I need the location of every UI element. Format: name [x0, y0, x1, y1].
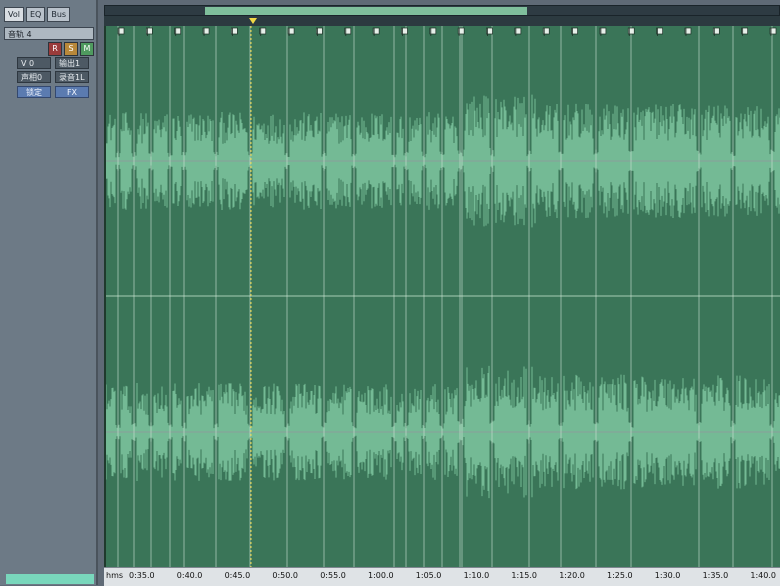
record-arm-button[interactable]: R	[48, 42, 62, 56]
marker-flag-icon[interactable]	[712, 27, 720, 36]
timeline-ruler[interactable]: hms 0:35.0 0:40.0 0:45.0 0:50.0 0:55.0 1:00.0…	[104, 567, 780, 586]
marker-flag-icon[interactable]	[231, 27, 238, 36]
marker-flag-icon[interactable]	[571, 27, 578, 36]
marker-flag-icon[interactable]	[457, 27, 465, 36]
time-tick-label: 1:35.0	[702, 571, 729, 580]
marker-flag-icon[interactable]	[344, 27, 352, 36]
marker-header	[104, 16, 780, 26]
time-tick-label: 1:20.0	[559, 571, 585, 580]
marker-flag-icon[interactable]	[429, 27, 437, 36]
marker-flag-icon[interactable]	[401, 27, 408, 36]
time-tick-label: 1:30.0	[654, 571, 681, 580]
marker-flag-icon[interactable]	[741, 27, 749, 36]
marker-flag-icon[interactable]	[316, 27, 323, 36]
status-bar	[6, 574, 94, 584]
tab-eq[interactable]: EQ	[25, 7, 46, 22]
time-unit-label: hms	[106, 571, 124, 580]
marker-flag-icon[interactable]	[259, 27, 267, 36]
fx-button[interactable]: FX	[55, 86, 89, 98]
input-button[interactable]: 录音1L	[55, 71, 89, 83]
mixer-tabs: Vol EQ Bus	[4, 7, 71, 22]
marker-flag-icon[interactable]	[174, 27, 182, 36]
solo-button[interactable]: S	[64, 42, 78, 56]
marker-flag-icon[interactable]	[656, 27, 663, 36]
output-button[interactable]: 输出1	[55, 57, 89, 69]
time-tick-label: 1:15.0	[511, 571, 537, 580]
time-tick-label: 0:50.0	[272, 571, 298, 580]
time-tick-label: 0:35.0	[129, 571, 155, 580]
marker-flag-icon[interactable]	[514, 27, 522, 36]
marker-flag-icon[interactable]	[542, 27, 550, 36]
scrollbar-thumb[interactable]	[205, 7, 527, 15]
time-tick-label: 1:10.0	[463, 571, 490, 580]
playhead-cursor-icon[interactable]	[249, 18, 257, 24]
track-rsm-buttons: R S M	[48, 42, 94, 56]
tab-bus[interactable]: Bus	[47, 7, 71, 22]
waveform-svg	[106, 26, 780, 567]
volume-field[interactable]: V 0	[17, 57, 51, 69]
marker-flag-icon[interactable]	[117, 27, 125, 36]
marker-flag-icon[interactable]	[599, 27, 607, 36]
time-tick-label: 1:05.0	[415, 571, 442, 580]
horizontal-scrollbar[interactable]	[104, 5, 780, 16]
marker-flag-icon[interactable]	[684, 27, 692, 36]
marker-flag-icon[interactable]	[202, 27, 210, 36]
waveform-display[interactable]	[104, 26, 780, 567]
time-tick-label: 0:40.0	[176, 571, 203, 580]
mute-button[interactable]: M	[80, 42, 94, 56]
lock-button[interactable]: 锁定	[17, 86, 51, 98]
marker-flag-icon[interactable]	[769, 27, 777, 36]
track-panel: Vol EQ Bus 音轨 4 R S M V 0 输出1 声相0 录音1L 锁…	[0, 0, 98, 585]
time-tick-label: 1:25.0	[607, 571, 633, 580]
marker-flag-icon[interactable]	[372, 27, 380, 36]
time-tick-label: 0:45.0	[224, 571, 251, 580]
time-tick-label: 0:55.0	[320, 571, 346, 580]
track-name[interactable]: 音轨 4	[4, 27, 94, 40]
time-tick-label: 1:00.0	[368, 571, 394, 580]
marker-flag-icon[interactable]	[287, 27, 295, 36]
tab-vol[interactable]: Vol	[4, 7, 24, 22]
time-tick-label: 1:40.0	[750, 571, 776, 580]
pan-field[interactable]: 声相0	[17, 71, 51, 83]
